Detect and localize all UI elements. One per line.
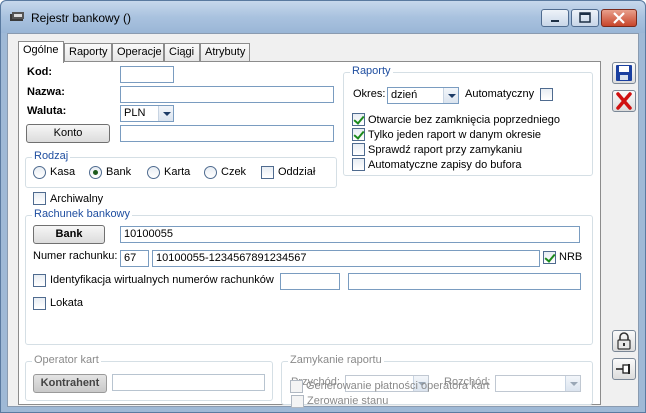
- chevron-down-icon: [565, 376, 580, 391]
- generowanie-checkbox[interactable]: [290, 380, 303, 393]
- rachunek-title: Rachunek bankowy: [32, 208, 133, 220]
- bank-button[interactable]: Bank: [33, 225, 105, 244]
- radio-karta[interactable]: [147, 166, 160, 179]
- rozchod-select[interactable]: [495, 375, 581, 392]
- otwarcie-checkbox[interactable]: [352, 113, 365, 126]
- tab-ciagi[interactable]: Ciągi: [164, 43, 200, 62]
- okres-value: dzień: [391, 89, 418, 101]
- konto-input[interactable]: [120, 125, 334, 142]
- okres-label: Okres:: [353, 88, 386, 100]
- cancel-icon: [616, 92, 632, 110]
- sprawdz-checkbox[interactable]: [352, 143, 365, 156]
- okres-select[interactable]: dzień: [387, 87, 459, 104]
- numer-input[interactable]: 10100055-1234567891234567: [152, 250, 540, 267]
- maximize-button[interactable]: [571, 9, 599, 27]
- rodzaj-title: Rodzaj: [32, 150, 71, 162]
- automatyczny-label: Automatyczny: [465, 88, 535, 100]
- bank-register-icon: [10, 12, 24, 21]
- lock-icon: [617, 332, 631, 350]
- tab-label: Ogólne: [23, 44, 59, 56]
- dialog-window: Rejestr bankowy () Ogólne Raporty Operac…: [0, 0, 646, 413]
- identyfikacja-input-1[interactable]: [280, 273, 340, 290]
- title-bar: Rejestr bankowy (): [1, 1, 645, 33]
- radio-bank-label: Bank: [106, 166, 132, 178]
- tab-raporty[interactable]: Raporty: [64, 43, 112, 62]
- identyfikacja-checkbox[interactable]: [33, 274, 46, 287]
- maximize-icon: [579, 12, 591, 23]
- waluta-value: PLN: [124, 107, 146, 119]
- archiwalny-checkbox[interactable]: [33, 192, 46, 205]
- tylko-jeden-checkbox[interactable]: [352, 128, 365, 141]
- konto-button[interactable]: Konto: [26, 124, 110, 143]
- automatyczne-zapisy-label: Automatyczne zapisy do bufora: [368, 159, 522, 171]
- kontrahent-button[interactable]: Kontrahent: [33, 374, 107, 393]
- tylko-jeden-label: Tylko jeden raport w danym okresie: [368, 129, 542, 141]
- numer-label: Numer rachunku:: [33, 250, 118, 262]
- identyfikacja-label: Identyfikacja wirtualnych numerów rachun…: [50, 274, 274, 286]
- client-area: Ogólne Raporty Operacje Ciągi Atrybuty K…: [7, 33, 639, 408]
- operator-title: Operator kart: [32, 354, 101, 366]
- lock-button[interactable]: [612, 330, 636, 352]
- waluta-label: Waluta:: [27, 105, 67, 117]
- automatyczny-checkbox[interactable]: [540, 88, 553, 101]
- kontrahent-input[interactable]: [112, 374, 265, 391]
- close-button[interactable]: [601, 9, 637, 27]
- minimize-button[interactable]: [541, 9, 569, 27]
- raporty-title: Raporty: [350, 65, 393, 77]
- radio-kasa[interactable]: [33, 166, 46, 179]
- window-title: Rejestr bankowy (): [31, 11, 132, 25]
- zerowanie-label: Zerowanie stanu: [307, 395, 389, 407]
- oddzial-label: Oddział: [278, 166, 316, 178]
- save-icon: [616, 65, 632, 81]
- close-icon: [613, 12, 625, 24]
- radio-bank[interactable]: [89, 166, 102, 179]
- tab-operacje[interactable]: Operacje: [112, 43, 164, 62]
- tab-panel-ogolne: Kod: Nazwa: Waluta: PLN Konto Rodzaj Kas…: [18, 61, 601, 408]
- pin-button[interactable]: [612, 358, 636, 380]
- zamykanie-title: Zamykanie raportu: [288, 354, 384, 366]
- tab-label: Atrybuty: [205, 46, 246, 58]
- lokata-checkbox[interactable]: [33, 297, 46, 310]
- zerowanie-checkbox[interactable]: [291, 395, 304, 408]
- kod-input[interactable]: [120, 66, 174, 83]
- otwarcie-label: Otwarcie bez zamknięcia poprzedniego: [368, 114, 560, 126]
- oddzial-checkbox[interactable]: [261, 166, 274, 179]
- tab-atrybuty[interactable]: Atrybuty: [200, 43, 250, 62]
- waluta-select[interactable]: PLN: [120, 105, 174, 122]
- archiwalny-label: Archiwalny: [50, 193, 104, 205]
- radio-czek-label: Czek: [221, 166, 247, 178]
- chevron-down-icon: [158, 106, 173, 121]
- tab-label: Operacje: [117, 46, 162, 58]
- sprawdz-label: Sprawdź raport przy zamykaniu: [368, 144, 523, 156]
- radio-karta-label: Karta: [164, 166, 191, 178]
- tab-label: Ciągi: [169, 46, 195, 58]
- nrb-label: NRB: [559, 251, 583, 263]
- generowanie-label: Generowanie płatności operatora kart: [306, 380, 490, 392]
- radio-czek[interactable]: [204, 166, 217, 179]
- cancel-button[interactable]: [612, 90, 636, 112]
- identyfikacja-input-2[interactable]: [348, 273, 581, 290]
- kod-label: Kod:: [27, 66, 53, 78]
- bank-input[interactable]: 10100055: [120, 226, 580, 243]
- nazwa-label: Nazwa:: [27, 86, 65, 98]
- nazwa-input[interactable]: [120, 86, 334, 103]
- automatyczne-zapisy-checkbox[interactable]: [352, 158, 365, 171]
- lokata-label: Lokata: [50, 297, 84, 309]
- tab-label: Raporty: [69, 46, 108, 58]
- radio-kasa-label: Kasa: [50, 166, 76, 178]
- pin-icon: [616, 364, 630, 374]
- tab-ogolne[interactable]: Ogólne: [18, 41, 64, 63]
- nrb-checkbox[interactable]: [543, 251, 556, 264]
- numer-prefix-input[interactable]: 67: [120, 250, 149, 267]
- chevron-down-icon: [443, 88, 458, 103]
- save-button[interactable]: [612, 62, 636, 84]
- minimize-icon: [551, 20, 559, 22]
